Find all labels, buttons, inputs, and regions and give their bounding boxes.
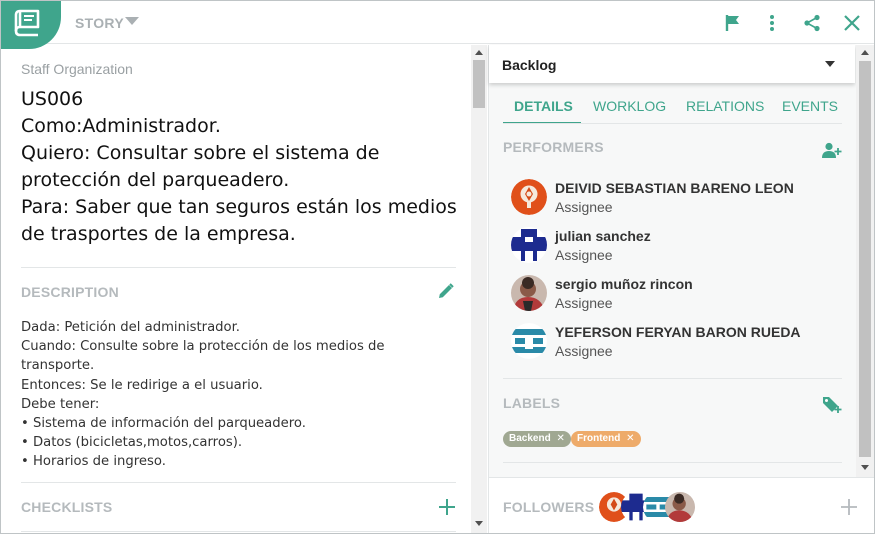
description-line: Debe tener: xyxy=(21,396,100,412)
divider xyxy=(503,462,842,463)
labels-heading: LABELS xyxy=(503,395,561,411)
tab-relations[interactable]: RELATIONS xyxy=(686,98,764,114)
scrollbar-thumb[interactable] xyxy=(473,60,485,108)
title-line: de trasportes de la empresa. xyxy=(21,223,296,245)
tab-worklog[interactable]: WORKLOG xyxy=(593,98,666,114)
story-type-badge[interactable] xyxy=(1,1,61,49)
label-tag-backend[interactable]: Backend ✕ xyxy=(503,431,571,447)
flag-icon xyxy=(725,15,739,31)
performer-role: Assignee xyxy=(555,295,613,311)
performer-name: sergio muñoz rincon xyxy=(555,276,693,292)
detail-tabs: DETAILS WORKLOG RELATIONS EVENTS xyxy=(503,95,843,124)
pencil-icon xyxy=(439,283,454,298)
divider xyxy=(21,267,456,268)
followers-section: FOLLOWERS xyxy=(489,477,874,533)
status-select[interactable]: Backlog xyxy=(489,45,855,83)
title-line: US006 xyxy=(21,88,84,110)
avatar xyxy=(511,323,547,359)
checklists-heading: CHECKLISTS xyxy=(21,499,113,515)
remove-label-icon[interactable]: ✕ xyxy=(556,433,564,444)
label-tag-frontend[interactable]: Frontend ✕ xyxy=(571,431,641,447)
edit-description-button[interactable] xyxy=(435,280,457,302)
divider xyxy=(21,482,456,483)
flag-button[interactable] xyxy=(722,12,744,34)
follower-avatar[interactable] xyxy=(665,492,695,522)
divider xyxy=(503,378,842,379)
performer-name: YEFERSON FERYAN BARON RUEDA xyxy=(555,324,801,340)
performer-role: Assignee xyxy=(555,247,613,263)
add-performer-button[interactable] xyxy=(821,139,843,161)
close-icon xyxy=(844,15,860,31)
divider xyxy=(21,531,456,532)
more-options-button[interactable] xyxy=(761,12,783,34)
plus-icon xyxy=(439,499,455,515)
more-vertical-icon xyxy=(770,15,774,31)
story-card-window: STORY Staff Organization US006 Como:Admi… xyxy=(0,0,875,534)
avatar xyxy=(511,275,547,311)
add-label-button[interactable] xyxy=(821,393,843,415)
followers-heading: FOLLOWERS xyxy=(503,499,595,515)
performer-item[interactable]: sergio muñoz rincon Assignee xyxy=(511,275,831,315)
left-scrollbar[interactable] xyxy=(471,45,487,533)
performer-item[interactable]: julian sanchez Assignee xyxy=(511,227,831,267)
plus-icon xyxy=(841,499,857,515)
label-text: Backend xyxy=(509,433,551,444)
story-detail-panel: Staff Organization US006 Como:Administra… xyxy=(1,45,471,533)
share-button[interactable] xyxy=(801,12,823,34)
status-value: Backlog xyxy=(502,57,557,73)
scroll-down-icon[interactable] xyxy=(475,521,483,526)
description-line: • Datos (bicicletas,motos,carros). xyxy=(21,435,243,451)
scroll-up-icon[interactable] xyxy=(475,50,483,55)
tab-details[interactable]: DETAILS xyxy=(514,98,573,114)
title-line: protección del parqueadero. xyxy=(21,169,290,191)
story-title[interactable]: US006 Como:Administrador. Quiero: Consul… xyxy=(21,86,461,248)
avatar xyxy=(511,179,547,215)
label-text: Frontend xyxy=(577,433,621,444)
book-icon xyxy=(14,9,40,37)
scroll-up-icon[interactable] xyxy=(861,50,869,55)
chevron-down-icon[interactable] xyxy=(125,17,139,26)
close-button[interactable] xyxy=(841,12,863,34)
scrollbar-thumb[interactable] xyxy=(859,61,871,457)
description-line: Entonces: Se le redirige a el usuario. xyxy=(21,377,263,393)
avatar xyxy=(511,227,547,263)
performer-role: Assignee xyxy=(555,343,613,359)
add-tag-icon xyxy=(823,397,842,413)
performer-name: DEIVID SEBASTIAN BARENO LEON xyxy=(555,180,794,196)
description-heading: DESCRIPTION xyxy=(21,284,119,300)
details-sidebar: Backlog DETAILS WORKLOG RELATIONS EVENTS… xyxy=(488,45,874,533)
performers-heading: PERFORMERS xyxy=(503,139,604,155)
description-line: Dada: Petición del administrador. xyxy=(21,320,240,335)
header-bar: STORY xyxy=(1,1,874,49)
performer-name: julian sanchez xyxy=(555,228,651,244)
description-line: Cuando: Consulte sobre la protección de … xyxy=(21,339,385,355)
tabs-divider xyxy=(503,123,842,124)
performer-item[interactable]: DEIVID SEBASTIAN BARENO LEON Assignee xyxy=(511,179,831,219)
caret-down-icon xyxy=(825,61,835,67)
description-line: • Horarios de ingreso. xyxy=(21,454,166,470)
description-line: • Sistema de información del parqueadero… xyxy=(21,416,306,432)
title-line: Como:Administrador. xyxy=(21,115,221,137)
add-checklist-button[interactable] xyxy=(436,496,458,518)
description-text[interactable]: Dada: Petición del administrador. Cuando… xyxy=(21,318,441,472)
tab-events[interactable]: EVENTS xyxy=(782,98,838,114)
add-follower-button[interactable] xyxy=(839,497,859,517)
performer-role: Assignee xyxy=(555,199,613,215)
share-icon xyxy=(804,14,820,32)
performer-item[interactable]: YEFERSON FERYAN BARON RUEDA Assignee xyxy=(511,323,831,363)
description-line: transporte. xyxy=(21,358,95,374)
remove-label-icon[interactable]: ✕ xyxy=(626,433,634,444)
title-line: Quiero: Consultar sobre el sistema de xyxy=(21,142,380,164)
story-type-label[interactable]: STORY xyxy=(75,15,124,31)
project-name[interactable]: Staff Organization xyxy=(21,61,133,77)
scroll-down-icon[interactable] xyxy=(861,465,869,470)
add-user-icon xyxy=(822,142,842,158)
right-scrollbar[interactable] xyxy=(856,45,874,477)
title-line: Para: Saber que tan seguros están los me… xyxy=(21,196,457,218)
